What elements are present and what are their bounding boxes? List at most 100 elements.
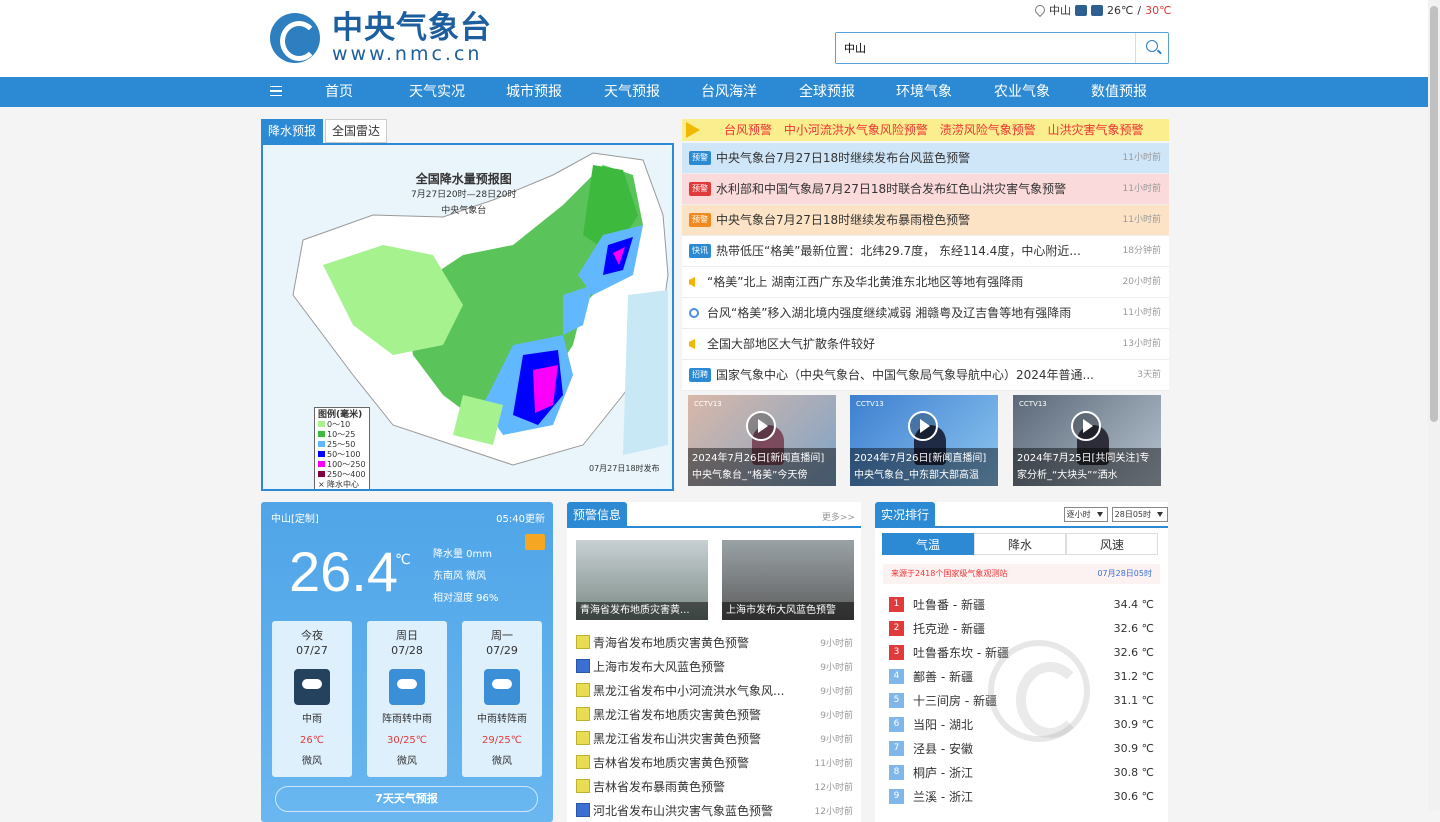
- nav-weather-observation[interactable]: 天气实况: [392, 77, 482, 107]
- forecast-day[interactable]: 周一 07/29 中雨转阵雨 29/25℃ 微风: [462, 621, 542, 777]
- warning-link[interactable]: 台风预警: [724, 123, 772, 137]
- warning-image[interactable]: 上海市发布大风蓝色预警: [722, 540, 854, 620]
- forecast-day[interactable]: 周日 07/28 阵雨转中雨 30/25℃ 微风: [367, 621, 447, 777]
- yellow-warning-icon: [576, 683, 590, 697]
- search-box: [835, 32, 1169, 64]
- warning-item[interactable]: 吉林省发布地质灾害黄色预警 11小时前: [576, 750, 856, 774]
- warning-link[interactable]: 渍涝风险气象预警: [940, 123, 1036, 137]
- nav-numerical-forecast[interactable]: 数值预报: [1074, 77, 1164, 107]
- ranking-row[interactable]: 2 托克逊 - 新疆 32.6 ℃: [889, 616, 1159, 640]
- video-item[interactable]: CCTV13 2024年7月26日[新闻直播间] 中央气象台_“格美”今天傍: [688, 395, 836, 486]
- map-issuer: 中央气象台: [441, 206, 487, 216]
- forecast-day[interactable]: 今夜 07/27 中雨 26℃ 微风: [272, 621, 352, 777]
- news-item[interactable]: “格美”北上 湖南江西广东及华北黄淮东北地区等地有强降雨 20小时前: [682, 267, 1169, 298]
- yellow-warning-icon: [576, 707, 590, 721]
- warning-item[interactable]: 黑龙江省发布地质灾害黄色预警 9小时前: [576, 702, 856, 726]
- nav-global-forecast[interactable]: 全球预报: [782, 77, 872, 107]
- nav-home[interactable]: 首页: [294, 77, 384, 107]
- play-icon[interactable]: [908, 411, 938, 441]
- warning-alert-icon[interactable]: [525, 534, 545, 550]
- tab-precipitation-forecast[interactable]: 降水预报: [261, 119, 324, 143]
- current-temperature: 26.4: [289, 540, 398, 603]
- shower-to-rain-icon: [389, 669, 425, 705]
- ranking-row[interactable]: 8 桐庐 - 浙江 30.8 ℃: [889, 760, 1159, 784]
- warning-link[interactable]: 山洪灾害气象预警: [1048, 123, 1144, 137]
- nav-environment[interactable]: 环境气象: [879, 77, 969, 107]
- video-item[interactable]: CCTV13 2024年7月26日[新闻直播间] 中央气象台_中东部大部高温: [850, 395, 998, 486]
- ranking-title[interactable]: 实况排行: [875, 502, 936, 528]
- nav-city-forecast[interactable]: 城市预报: [489, 77, 579, 107]
- warning-link[interactable]: 中小河流洪水气象风险预警: [784, 123, 928, 137]
- tab-temperature[interactable]: 气温: [882, 533, 974, 555]
- weather-location[interactable]: 中山[定制]: [271, 510, 319, 525]
- legend-item: ×降水中心值: [318, 480, 359, 489]
- news-item[interactable]: 预警 中央气象台7月27日18时继续发布暴雨橙色预警 11小时前: [682, 205, 1169, 236]
- news-item[interactable]: 预警 水利部和中国气象局7月27日18时联合发布红色山洪灾害气象预警 11小时前: [682, 174, 1169, 205]
- ranking-time: 07月28日05时: [1097, 569, 1152, 578]
- news-list: 预警 中央气象台7月27日18时继续发布台风蓝色预警 11小时前 预警 水利部和中国气…: [682, 143, 1169, 391]
- warning-item[interactable]: 黑龙江省发布山洪灾害黄色预警 9小时前: [576, 726, 856, 750]
- current-location[interactable]: 中山: [1049, 2, 1071, 18]
- ranking-row[interactable]: 1 吐鲁番 - 新疆 34.4 ℃: [889, 592, 1159, 616]
- video-list: CCTV13 2024年7月26日[新闻直播间] 中央气象台_“格美”今天傍 CC…: [688, 395, 1162, 487]
- more-link[interactable]: 更多>>: [822, 510, 855, 523]
- seven-day-forecast-button[interactable]: 7天天气预报: [275, 786, 538, 812]
- warning-image[interactable]: 青海省发布地质灾害黄...: [576, 540, 708, 620]
- temp-low: 26℃: [1107, 3, 1134, 17]
- legend-item: 50～100: [318, 450, 366, 460]
- cctv-logo: CCTV13: [1019, 400, 1047, 408]
- legend-item: 25～50: [318, 440, 366, 450]
- yellow-warning-icon: [576, 635, 590, 649]
- news-item[interactable]: 招聘 国家气象中心（中央气象台、中国气象局气象导航中心）2024年普通... 3天前: [682, 360, 1169, 391]
- tab-precipitation[interactable]: 降水: [974, 533, 1066, 555]
- map-title: 全国降水量预报图 7月27日20时—28日20时 中央气象台: [411, 171, 517, 219]
- tab-wind-speed[interactable]: 风速: [1066, 533, 1158, 555]
- warning-item[interactable]: 吉林省发布暴雨黄色预警 12小时前: [576, 774, 856, 798]
- legend-item: 250～400: [318, 470, 366, 480]
- map-issue-time: 07月27日18时发布: [589, 464, 660, 473]
- ranking-row[interactable]: 9 兰溪 - 浙江 30.6 ℃: [889, 784, 1159, 808]
- menu-icon[interactable]: [270, 86, 282, 96]
- news-item[interactable]: 快讯 热带低压“格美”最新位置：北纬29.7度， 东经114.4度，中心附近...…: [682, 236, 1169, 267]
- cloudy-icon: [1075, 4, 1087, 16]
- interval-select[interactable]: 逐小时: [1063, 507, 1108, 522]
- weather-details: 降水量 0mm 东南风 微风 相对湿度 96%: [433, 544, 498, 610]
- page-scrollbar[interactable]: [1428, 0, 1440, 810]
- site-logo[interactable]: 中央气象台 www.nmc.cn: [270, 12, 492, 64]
- local-weather-card: 中山[定制] 05:40更新 26.4 ℃ 降水量 0mm 东南风 微风 相对湿…: [261, 502, 553, 822]
- nav-typhoon-ocean[interactable]: 台风海洋: [684, 77, 774, 107]
- map-tabs: 降水预报 全国雷达: [261, 119, 389, 143]
- warning-item[interactable]: 青海省发布地质灾害黄色预警 9小时前: [576, 630, 856, 654]
- location-pin-icon: [1032, 2, 1048, 18]
- blue-warning-icon: [576, 659, 590, 673]
- news-item[interactable]: 预警 中央气象台7月27日18时继续发布台风蓝色预警 11小时前: [682, 143, 1169, 174]
- legend-item: 0～10: [318, 420, 366, 430]
- search-icon[interactable]: [1135, 33, 1168, 63]
- video-item[interactable]: CCTV13 2024年7月25日[共同关注]专 家分析_“大块头”“洒水: [1013, 395, 1161, 486]
- cctv-logo: CCTV13: [694, 400, 722, 408]
- play-icon[interactable]: [1071, 411, 1101, 441]
- warning-item[interactable]: 上海市发布大风蓝色预警 9小时前: [576, 654, 856, 678]
- nav-agriculture[interactable]: 农业气象: [977, 77, 1067, 107]
- news-item[interactable]: 台风“格美”移入湖北境内强度继续减弱 湘赣粤及辽吉鲁等地有强降雨 11小时前: [682, 298, 1169, 329]
- temp-high: 30℃: [1145, 3, 1172, 17]
- weather-update-time: 05:40更新: [496, 514, 545, 525]
- main-nav: 首页 天气实况 城市预报 天气预报 台风海洋 全球预报 环境气象 农业气象 数值…: [0, 77, 1428, 107]
- warning-info-title[interactable]: 预警信息: [567, 502, 628, 528]
- site-header: 中央气象台 www.nmc.cn 中山 26℃/30℃: [0, 0, 1428, 77]
- news-item[interactable]: 全国大部地区大气扩散条件较好 13小时前: [682, 329, 1169, 360]
- warning-item[interactable]: 河北省发布山洪灾害气象蓝色预警 12小时前: [576, 798, 856, 822]
- play-icon[interactable]: [746, 411, 776, 441]
- nav-weather-forecast[interactable]: 天气预报: [587, 77, 677, 107]
- scrollbar-thumb[interactable]: [1430, 6, 1438, 422]
- time-select[interactable]: 28日05时: [1111, 507, 1168, 522]
- wind: 东南风 微风: [433, 571, 487, 582]
- tab-national-radar[interactable]: 全国雷达: [325, 119, 388, 143]
- watermark-logo-icon: [988, 640, 1090, 742]
- ranking-source: 来源于2418个国家级气象观测站 07月28日05时: [883, 564, 1160, 584]
- warning-item[interactable]: 黑龙江省发布中小河流洪水气象风... 9小时前: [576, 678, 856, 702]
- precipitation-map[interactable]: 全国降水量预报图 7月27日20时—28日20时 中央气象台 图例(毫米) 0～…: [261, 143, 674, 491]
- map-subtitle: 7月27日20时—28日20时: [411, 190, 517, 200]
- yellow-warning-icon: [576, 779, 590, 793]
- search-input[interactable]: [836, 33, 1134, 63]
